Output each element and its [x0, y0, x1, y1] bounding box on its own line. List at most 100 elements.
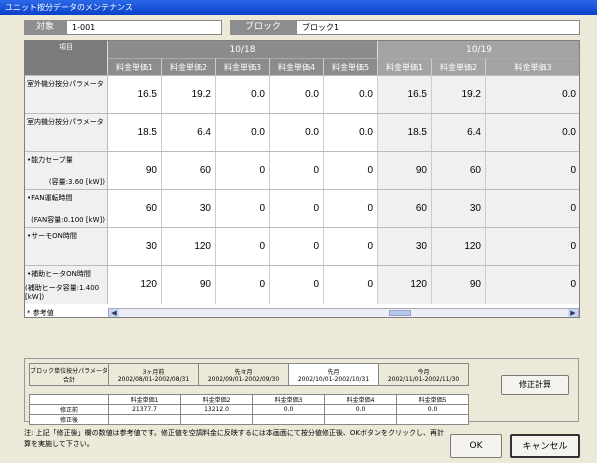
value-cell[interactable]: 0: [486, 152, 579, 190]
table-row: •補助ヒータON時間 (補助ヒータ容量:1.400 [kW]) 120 90 0 …: [25, 265, 579, 304]
column-header[interactable]: 料金単価1: [378, 58, 432, 75]
column-header[interactable]: 料金単価4: [270, 58, 324, 75]
footer-note: 注: 上記「修正後」欄の数値は参考値です。修正値を空調料金に反映するには本画面に…: [24, 429, 444, 448]
value-cell[interactable]: 0.0: [216, 76, 270, 114]
value-cell[interactable]: 120: [162, 228, 216, 266]
value-cell[interactable]: 0.0: [324, 76, 378, 114]
value-cell[interactable]: 6.4: [432, 114, 486, 152]
period-3months-button[interactable]: 3ヶ月前 2002/08/01-2002/08/31: [108, 363, 199, 386]
block-label: ブロック: [230, 20, 296, 35]
reference-note: * 参考値: [27, 309, 54, 317]
before-value: 0.0: [396, 404, 469, 415]
value-cell[interactable]: 16.5: [108, 76, 162, 114]
row-label: 室外機分按分パラメータ: [25, 76, 108, 114]
value-cell[interactable]: 90: [378, 152, 432, 190]
value-cell[interactable]: 0: [216, 190, 270, 228]
value-cell[interactable]: 0: [270, 190, 324, 228]
value-cell[interactable]: 120: [432, 228, 486, 266]
column-header[interactable]: 料金単価2: [432, 58, 486, 75]
value-cell[interactable]: 0: [324, 152, 378, 190]
value-cell[interactable]: 0: [216, 152, 270, 190]
scroll-left-icon[interactable]: ◀: [109, 309, 119, 317]
period-thismonth-button[interactable]: 今月 2002/11/01-2002/11/30: [378, 363, 469, 386]
value-cell[interactable]: 0: [216, 228, 270, 266]
after-value: [324, 414, 397, 425]
value-cell[interactable]: 6.4: [162, 114, 216, 152]
value-cell[interactable]: 60: [162, 152, 216, 190]
scroll-thumb[interactable]: [389, 310, 411, 316]
before-value: 0.0: [324, 404, 397, 415]
row-label: •FAN運転時間 (FAN容量:0.100 [kW]): [25, 190, 108, 228]
value-cell[interactable]: 0: [486, 190, 579, 228]
info-bar: 対象 1-001 ブロック ブロック1: [24, 20, 580, 35]
value-cell[interactable]: 0: [216, 266, 270, 304]
value-cell[interactable]: 90: [108, 152, 162, 190]
column-header[interactable]: 料金単価5: [324, 58, 378, 75]
value-cell[interactable]: 0: [270, 228, 324, 266]
recalc-button[interactable]: 修正計算: [501, 375, 569, 395]
value-cell[interactable]: 60: [432, 152, 486, 190]
value-cell[interactable]: 30: [162, 190, 216, 228]
period-lastmonth-button[interactable]: 先月 2002/10/01-2002/10/31: [288, 363, 379, 386]
grid-footer: * 参考値 ◀ ▶: [25, 308, 579, 317]
value-cell[interactable]: 0.0: [324, 114, 378, 152]
summary-panel: ブロック単位按分パラメータ合計 3ヶ月前 2002/08/01-2002/08/3…: [24, 358, 579, 425]
value-cell[interactable]: 0.0: [486, 114, 579, 152]
value-cell[interactable]: 0.0: [216, 114, 270, 152]
value-cell[interactable]: 18.5: [108, 114, 162, 152]
after-value: [252, 414, 325, 425]
column-header[interactable]: 料金単価3: [216, 58, 270, 75]
ok-button[interactable]: OK: [450, 434, 502, 458]
value-cell[interactable]: 19.2: [162, 76, 216, 114]
value-cell[interactable]: 0: [324, 266, 378, 304]
value-cell[interactable]: 18.5: [378, 114, 432, 152]
window-title: ユニット按分データのメンテナンス: [5, 3, 133, 12]
summary-col-header: 料金単価3: [252, 394, 325, 405]
value-cell[interactable]: 0: [324, 190, 378, 228]
value-cell[interactable]: 120: [378, 266, 432, 304]
value-cell[interactable]: 0: [324, 228, 378, 266]
table-row: 室外機分按分パラメータ 16.5 19.2 0.0 0.0 0.0 16.5 1…: [25, 75, 579, 114]
value-cell[interactable]: 0: [486, 266, 579, 304]
after-label: 修正後: [29, 414, 109, 425]
table-row: 室内機分按分パラメータ 18.5 6.4 0.0 0.0 0.0 18.5 6.…: [25, 113, 579, 152]
column-header[interactable]: 料金単価2: [162, 58, 216, 75]
summary-col-header: 料金単価1: [108, 394, 181, 405]
value-cell[interactable]: 0: [270, 152, 324, 190]
before-value: 21377.7: [108, 404, 181, 415]
block-value: ブロック1: [296, 20, 580, 35]
target-value: 1-001: [66, 20, 222, 35]
value-cell[interactable]: 30: [378, 228, 432, 266]
scroll-right-icon[interactable]: ▶: [568, 309, 578, 317]
summary-col-header: 料金単価2: [180, 394, 253, 405]
before-label: 修正前: [29, 404, 109, 415]
value-cell[interactable]: 0.0: [270, 76, 324, 114]
horizontal-scrollbar[interactable]: ◀ ▶: [108, 308, 579, 317]
value-cell[interactable]: 120: [108, 266, 162, 304]
target-label: 対象: [24, 20, 66, 35]
date-header-1: 10/18: [108, 41, 378, 58]
row-label: •補助ヒータON時間 (補助ヒータ容量:1.400 [kW]): [25, 266, 108, 304]
value-cell[interactable]: 60: [378, 190, 432, 228]
data-grid[interactable]: 項目 10/18 10/19 料金単価1 料金単価2 料金単価3 料金単価4 料…: [24, 40, 580, 318]
summary-row-label: ブロック単位按分パラメータ合計: [29, 363, 109, 386]
value-cell[interactable]: 0.0: [270, 114, 324, 152]
value-cell[interactable]: 30: [108, 228, 162, 266]
value-cell[interactable]: 0: [486, 228, 579, 266]
column-header[interactable]: 料金単価1: [108, 58, 162, 75]
after-value: [180, 414, 253, 425]
value-cell[interactable]: 19.2: [432, 76, 486, 114]
summary-col-header: 料金単価4: [324, 394, 397, 405]
column-header[interactable]: 料金単価3: [486, 58, 579, 75]
value-cell[interactable]: 90: [162, 266, 216, 304]
value-cell[interactable]: 90: [432, 266, 486, 304]
value-cell[interactable]: 16.5: [378, 76, 432, 114]
table-row: •FAN運転時間 (FAN容量:0.100 [kW]) 60 30 0 0 0 6…: [25, 189, 579, 228]
value-cell[interactable]: 0: [270, 266, 324, 304]
period-2months-button[interactable]: 先々月 2002/09/01-2002/09/30: [198, 363, 289, 386]
value-cell[interactable]: 60: [108, 190, 162, 228]
value-cell[interactable]: 30: [432, 190, 486, 228]
cancel-button[interactable]: キャンセル: [510, 434, 580, 458]
value-cell[interactable]: 0.0: [486, 76, 579, 114]
row-label: •能力セーブ量 (容量:3.60 [kW]): [25, 152, 108, 190]
